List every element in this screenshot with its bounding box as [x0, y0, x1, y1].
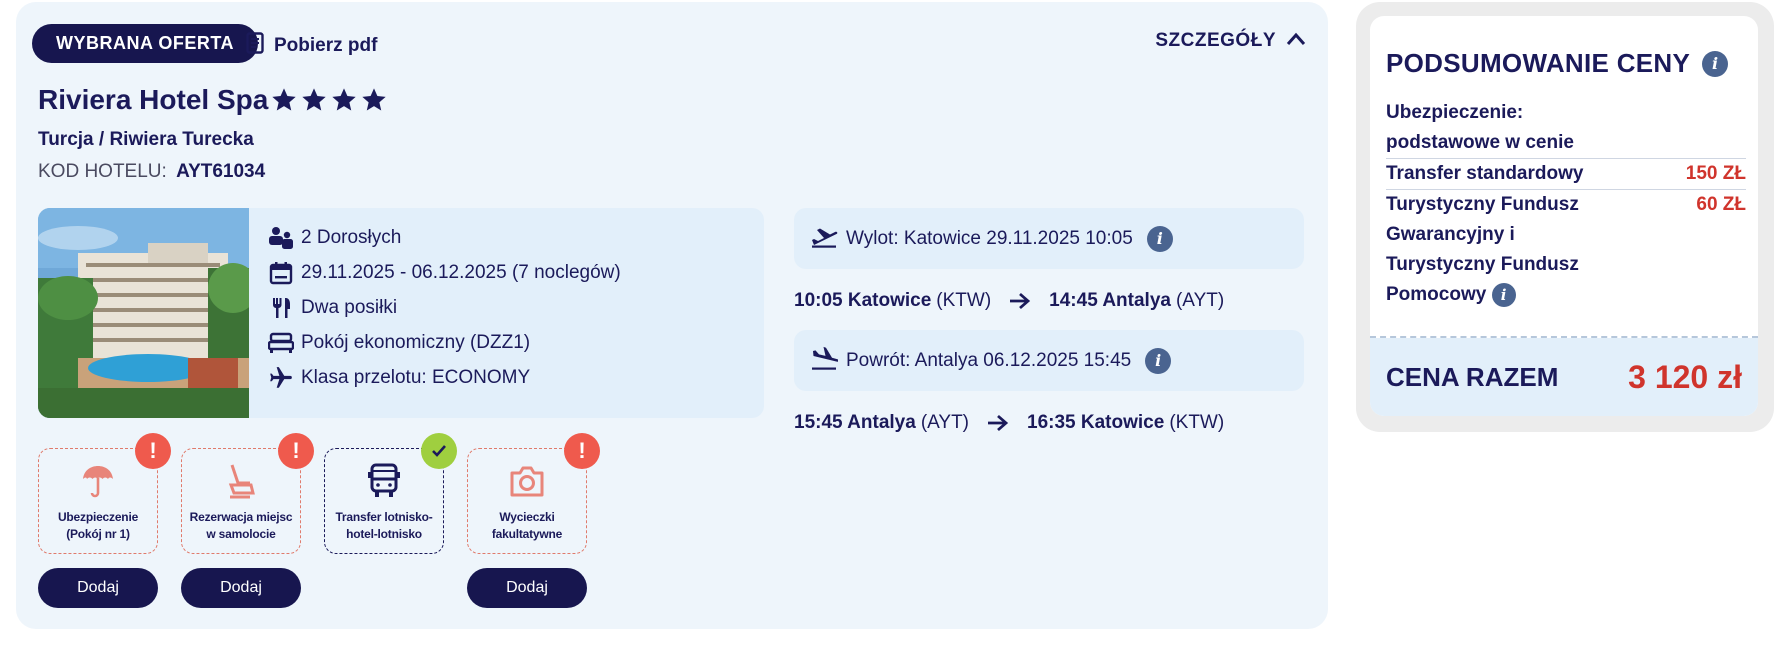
- room-type-text: Pokój ekonomiczny (DZZ1): [301, 331, 531, 353]
- outbound-arr: 14:45 Antalya: [1049, 290, 1171, 311]
- star-icon: [302, 88, 326, 111]
- hotel-code: KOD HOTELU: AYT61034: [38, 161, 265, 183]
- hotel-name: Riviera Hotel Spa: [38, 84, 269, 115]
- star-icon: [332, 88, 356, 111]
- camera-icon: [509, 461, 545, 501]
- return-route: 15:45 Antalya (AYT) 16:35 Katowice (KTW): [794, 412, 1224, 434]
- warning-icon: !: [278, 433, 314, 469]
- room-info-list: 2 Dorosłych 29.11.2025 - 06.12.2025 (7 n…: [267, 220, 621, 395]
- outbound-pill-text: Wylot: Katowice 29.11.2025 10:05: [846, 227, 1133, 249]
- add-seat-button[interactable]: Dodaj: [181, 568, 301, 608]
- hotel-photo: [38, 208, 249, 418]
- addon-insurance-label: Ubezpieczenie (Pokój nr 1): [57, 510, 139, 541]
- addon-seat-reservation[interactable]: Rezerwacja miejsc w samolocie !: [181, 433, 314, 554]
- return-arr: 16:35 Katowice: [1027, 412, 1165, 433]
- bed-icon: [267, 329, 295, 357]
- chevron-up-icon: [1286, 30, 1306, 52]
- return-pill-text: Powrót: Antalya 06.12.2025 15:45: [846, 349, 1132, 371]
- price-line-transfer: Transfer standardowy 150 ZŁ: [1386, 159, 1746, 190]
- dates-text: 29.11.2025 - 06.12.2025 (7 noclegów): [301, 261, 621, 283]
- offer-card: WYBRANA OFERTA Pobierz pdf SZCZEGÓŁY Riv…: [16, 2, 1328, 629]
- price-line-fund: Turystyczny Fundusz Gwarancyjny i Turystyc…: [1386, 190, 1746, 310]
- return-dep-code: (AYT): [920, 412, 970, 433]
- guests-text: 2 Dorosłych: [301, 226, 402, 248]
- flight-class-text: Klasa przelotu: ECONOMY: [301, 366, 531, 388]
- total-label: CENA RAZEM: [1386, 361, 1559, 392]
- fund-price: 60 ZŁ: [1696, 194, 1746, 215]
- seat-icon: [226, 461, 256, 501]
- outbound-route: 10:05 Katowice (KTW) 14:45 Antalya (AYT): [794, 290, 1224, 312]
- total-value: 3 120 zł: [1628, 358, 1742, 395]
- arrow-right-icon: [987, 414, 1009, 432]
- outbound-dep: 10:05 Katowice: [794, 290, 932, 311]
- return-info-icon[interactable]: i: [1145, 347, 1172, 374]
- star-icon: [362, 88, 386, 111]
- room-row-dates: 29.11.2025 - 06.12.2025 (7 noclegów): [267, 255, 621, 290]
- addon-excursions-label: Wycieczki fakultatywne: [491, 510, 563, 541]
- landing-icon: [810, 346, 839, 376]
- download-pdf-link[interactable]: Pobierz pdf: [246, 32, 377, 60]
- star-icon: [272, 88, 296, 111]
- addon-insurance[interactable]: Ubezpieczenie (Pokój nr 1) !: [38, 433, 171, 554]
- outbound-dep-code: (KTW): [936, 290, 992, 311]
- umbrella-icon: [81, 461, 115, 501]
- hotel-code-value: AYT61034: [176, 161, 266, 182]
- download-pdf-label: Pobierz pdf: [274, 35, 378, 56]
- addon-seat-label: Rezerwacja miejsc w samolocie: [189, 510, 293, 541]
- takeoff-icon: [810, 224, 838, 254]
- price-summary-card: PODSUMOWANIE CENY i Ubezpieczenie: podsta…: [1370, 16, 1758, 416]
- room-row-room-type: Pokój ekonomiczny (DZZ1): [267, 325, 621, 360]
- hotel-title: Riviera Hotel Spa: [38, 84, 388, 116]
- warning-icon: !: [135, 433, 171, 469]
- details-toggle[interactable]: SZCZEGÓŁY: [1155, 30, 1306, 52]
- selected-offer-badge: WYBRANA OFERTA: [32, 24, 258, 63]
- room-row-guests: 2 Dorosłych: [267, 220, 621, 255]
- room-row-board: Dwa posiłki: [267, 290, 621, 325]
- outbound-info-icon[interactable]: i: [1146, 225, 1173, 252]
- outbound-flight-pill: Wylot: Katowice 29.11.2025 10:05 i: [794, 208, 1304, 269]
- people-icon: [267, 224, 295, 252]
- check-icon: [421, 433, 457, 469]
- total-price-row: CENA RAZEM 3 120 zł: [1370, 338, 1758, 416]
- outbound-arr-code: (AYT): [1175, 290, 1225, 311]
- price-lines: Ubezpieczenie: podstawowe w cenie Transfe…: [1386, 98, 1746, 310]
- price-summary-title: PODSUMOWANIE CENY i: [1386, 48, 1729, 79]
- fund-info-icon[interactable]: i: [1491, 282, 1516, 307]
- calendar-icon: [267, 259, 295, 287]
- add-excursions-button[interactable]: Dodaj: [467, 568, 587, 608]
- hotel-stars: [270, 86, 388, 114]
- room-row-flight-class: Klasa przelotu: ECONOMY: [267, 360, 621, 395]
- warning-icon: !: [564, 433, 600, 469]
- addon-transfer[interactable]: Transfer lotnisko-hotel-lotnisko: [324, 433, 457, 554]
- addon-excursions[interactable]: Wycieczki fakultatywne !: [467, 433, 600, 554]
- addon-transfer-label: Transfer lotnisko-hotel-lotnisko: [335, 510, 433, 541]
- price-summary-panel: PODSUMOWANIE CENY i Ubezpieczenie: podsta…: [1356, 2, 1774, 432]
- document-icon: [246, 32, 264, 60]
- cutlery-icon: [267, 294, 295, 322]
- summary-info-icon[interactable]: i: [1702, 50, 1729, 77]
- hotel-location: Turcja / Riwiera Turecka: [38, 129, 254, 150]
- arrow-right-icon: [1009, 292, 1031, 310]
- room-details: 2 Dorosłych 29.11.2025 - 06.12.2025 (7 n…: [38, 208, 764, 418]
- details-label: SZCZEGÓŁY: [1155, 30, 1276, 51]
- return-arr-code: (KTW): [1169, 412, 1225, 433]
- add-insurance-button[interactable]: Dodaj: [38, 568, 158, 608]
- hotel-code-label: KOD HOTELU:: [38, 161, 167, 182]
- return-flight-pill: Powrót: Antalya 06.12.2025 15:45 i: [794, 330, 1304, 391]
- price-line-insurance: Ubezpieczenie: podstawowe w cenie: [1386, 98, 1746, 159]
- transfer-price: 150 ZŁ: [1685, 163, 1746, 184]
- return-dep: 15:45 Antalya: [794, 412, 916, 433]
- airplane-icon: [267, 364, 295, 392]
- bus-icon: [367, 461, 401, 501]
- board-text: Dwa posiłki: [301, 296, 398, 318]
